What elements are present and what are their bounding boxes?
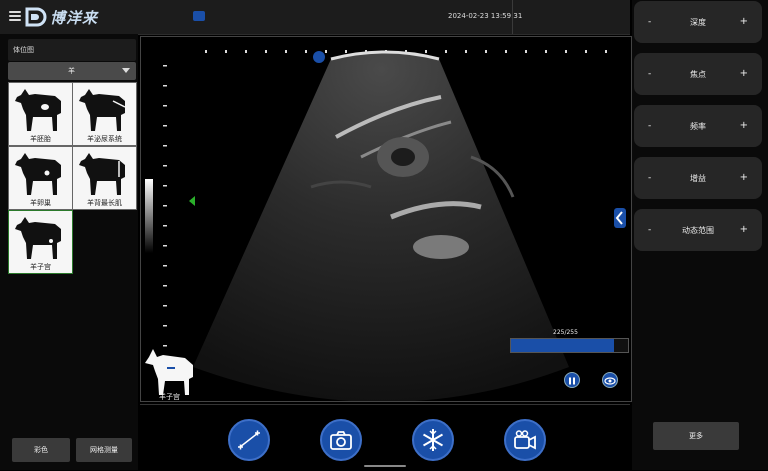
camera-icon: [330, 431, 352, 450]
animal-select-value: 羊: [68, 67, 75, 75]
freeze-icon: [422, 429, 444, 451]
thumbnail-label: 羊泌尿系统: [87, 135, 122, 143]
freeze-button[interactable]: [412, 419, 454, 461]
thumbnail-label: 羊胚胎: [30, 135, 51, 143]
depth-control: - 深度 +: [634, 1, 762, 43]
thumbnail-sheep-uterus[interactable]: 羊子宫: [8, 210, 73, 274]
depth-scale: [163, 65, 167, 347]
more-button[interactable]: 更多: [653, 422, 739, 450]
logo-text: 博洋来: [50, 9, 99, 27]
bottom-toolbar: [140, 404, 630, 471]
color-mode-button[interactable]: 彩色: [12, 438, 70, 462]
sheep-silhouette-icon: [15, 153, 61, 195]
eye-icon: [604, 377, 616, 385]
thumbnail-sheep-urinary[interactable]: 羊泌尿系统: [72, 82, 137, 146]
record-video-button[interactable]: [504, 419, 546, 461]
focus-marker-icon: [189, 196, 195, 206]
top-bar: 博洋来 2024-02-23 13:59:31: [0, 0, 630, 35]
body-position-header: 体位图: [8, 39, 136, 61]
thumbnail-label: 羊卵巢: [30, 199, 51, 207]
logo-mark-icon: [25, 7, 47, 27]
pause-icon: [569, 377, 575, 385]
home-indicator[interactable]: [364, 465, 406, 467]
thumbnail-sheep-ovary[interactable]: 羊卵巢: [8, 146, 73, 210]
grid-measure-button[interactable]: 网格测量: [76, 438, 132, 462]
sheep-silhouette-icon: [15, 217, 61, 259]
snapshot-button[interactable]: [320, 419, 362, 461]
thumbnail-sheep-embryo[interactable]: 羊胚胎: [8, 82, 73, 146]
grayscale-bar: [145, 179, 153, 253]
gain-bar-fill: [511, 339, 614, 352]
top-scale: [205, 50, 607, 53]
sheep-silhouette-icon: [79, 153, 125, 195]
measure-button[interactable]: [228, 419, 270, 461]
focus-control: - 焦点 +: [634, 53, 762, 95]
pause-button[interactable]: [564, 372, 580, 388]
gain-plus-button[interactable]: +: [740, 172, 748, 183]
video-icon: [514, 430, 536, 450]
top-divider: [512, 0, 513, 34]
gain-bar[interactable]: [510, 338, 629, 353]
focus-plus-button[interactable]: +: [740, 68, 748, 79]
right-panel: - 深度 + - 焦点 + - 频率 + - 增益 + - 动态范围 + 更多: [632, 0, 768, 470]
body-mark-label: 羊子宫: [159, 393, 180, 401]
frequency-plus-button[interactable]: +: [740, 120, 748, 131]
top-blue-button[interactable]: [193, 11, 205, 21]
chevron-down-icon: [122, 68, 130, 73]
sheep-silhouette-icon: [15, 89, 61, 131]
depth-plus-button[interactable]: +: [740, 16, 748, 27]
gain-readout: 225/255: [553, 329, 578, 336]
thumbnail-label: 羊背最长肌: [87, 199, 122, 207]
side-panel-toggle[interactable]: [614, 208, 626, 228]
left-panel: 体位图 羊 羊胚胎 羊泌尿系统 羊卵巢 羊背最长肌 羊子宫 彩色 网格测量: [0, 34, 138, 470]
menu-icon[interactable]: [9, 11, 21, 21]
animal-select[interactable]: 羊: [8, 62, 136, 80]
thumbnail-label: 羊子宫: [30, 263, 51, 271]
chevron-left-icon: [615, 211, 623, 225]
measure-icon: [238, 430, 260, 450]
sheep-silhouette-icon: [79, 89, 126, 131]
frequency-control: - 频率 +: [634, 105, 762, 147]
dynamic-range-plus-button[interactable]: +: [740, 224, 748, 235]
eye-button[interactable]: [602, 372, 618, 388]
ultrasound-viewport[interactable]: 羊子宫 225/255: [140, 36, 632, 402]
body-position-title: 体位图: [13, 46, 34, 54]
dynamic-range-control: - 动态范围 +: [634, 209, 762, 251]
gain-control: - 增益 +: [634, 157, 762, 199]
body-mark-icon: [145, 349, 193, 395]
thumbnail-sheep-longissimus[interactable]: 羊背最长肌: [72, 146, 137, 210]
orientation-dot-icon: [313, 51, 325, 63]
